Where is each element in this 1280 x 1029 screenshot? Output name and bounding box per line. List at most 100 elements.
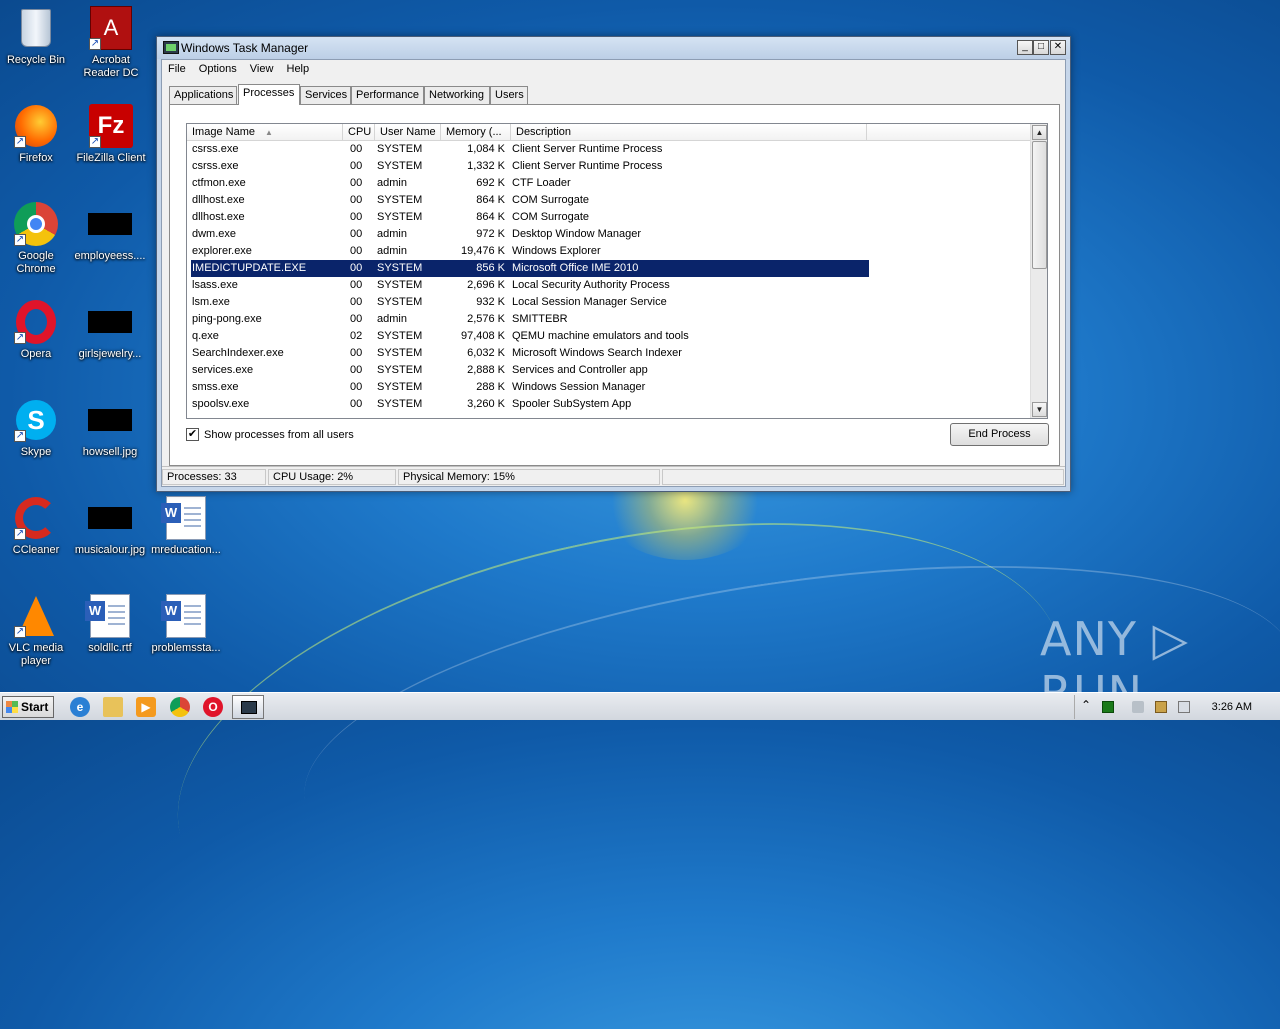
cell-user: SYSTEM (377, 262, 423, 274)
cell-mem: 2,576 K (467, 313, 505, 325)
menu-file[interactable]: File (164, 60, 190, 78)
table-row[interactable]: dwm.exe 00 admin 972 K Desktop Window Manage… (187, 226, 1031, 243)
cell-cpu: 00 (350, 245, 363, 257)
desktop-icon-chrome[interactable]: ↗ Google Chrome (0, 202, 72, 276)
table-row[interactable]: lsass.exe 00 SYSTEM 2,696 K Local Security A… (187, 277, 1031, 294)
table-row-selected[interactable]: IMEDICTUPDATE.EXE 00 SYSTEM 856 K Microsoft … (191, 260, 869, 277)
firefox-icon: ↗ (14, 104, 58, 148)
table-row[interactable]: csrss.exe 00 SYSTEM 1,084 K Client Server Ru… (187, 141, 1031, 158)
show-all-processes-label: Show processes from all users (204, 428, 354, 441)
desktop-icon-mreducation[interactable]: W mreducation... (150, 496, 222, 557)
desktop-icon-acrobat[interactable]: A ↗ Acrobat Reader DC (75, 6, 147, 80)
action-center-flag-icon[interactable] (1178, 701, 1190, 713)
table-row[interactable]: smss.exe 00 SYSTEM 288 K Windows Session Man… (187, 379, 1031, 396)
cell-cpu: 02 (350, 330, 363, 342)
cell-desc: Client Server Runtime Process (512, 143, 663, 155)
desktop-icon-musicalour[interactable]: musicalour.jpg (74, 496, 146, 557)
table-row[interactable]: explorer.exe 00 admin 19,476 K Windows Explo… (187, 243, 1031, 260)
close-button[interactable]: ✕ (1050, 40, 1066, 55)
start-button[interactable]: Start (2, 696, 54, 718)
cell-mem: 932 K (476, 296, 505, 308)
desktop-icon-skype[interactable]: S ↗ Skype (0, 398, 72, 459)
table-row[interactable]: dllhost.exe 00 SYSTEM 864 K COM Surrogate (187, 192, 1031, 209)
recycle-bin-icon (14, 6, 58, 50)
tab-performance[interactable]: Performance (351, 86, 424, 104)
media-player-icon[interactable]: ▶ (136, 697, 156, 717)
table-row[interactable]: ping-pong.exe 00 admin 2,576 K SMITTEBR (187, 311, 1031, 328)
menu-help[interactable]: Help (283, 60, 314, 78)
table-row[interactable]: services.exe 00 SYSTEM 2,888 K Services and … (187, 362, 1031, 379)
column-cpu[interactable]: CPU (343, 124, 375, 141)
network-icon[interactable] (1155, 701, 1167, 713)
window-client-area: File Options View Help Applications Proc… (161, 59, 1066, 487)
desktop-icon-howsell[interactable]: howsell.jpg (74, 398, 146, 459)
chrome-icon[interactable] (170, 697, 190, 717)
desktop-icon-filezilla[interactable]: Fz ↗ FileZilla Client (75, 104, 147, 165)
process-list[interactable]: Image Name ▲ CPU User Name Memory (... De… (186, 123, 1048, 419)
image-thumbnail-icon (88, 496, 132, 540)
tab-networking[interactable]: Networking (424, 86, 490, 104)
desktop-icon-opera[interactable]: ↗ Opera (0, 300, 72, 361)
tab-processes[interactable]: Processes (238, 84, 300, 105)
desktop-icon-recycle-bin[interactable]: Recycle Bin (0, 6, 72, 67)
cell-name: ctfmon.exe (192, 177, 246, 189)
title-bar[interactable]: Windows Task Manager _ □ ✕ (157, 37, 1070, 59)
minimize-button[interactable]: _ (1017, 40, 1033, 55)
table-row[interactable]: ctfmon.exe 00 admin 692 K CTF Loader (187, 175, 1031, 192)
table-row[interactable]: csrss.exe 00 SYSTEM 1,332 K Client Server Ru… (187, 158, 1031, 175)
desktop-icon-vlc[interactable]: ↗ VLC media player (0, 594, 72, 668)
column-memory[interactable]: Memory (... (441, 124, 511, 141)
menu-options[interactable]: Options (195, 60, 241, 78)
column-filler (867, 124, 1031, 141)
table-row[interactable]: lsm.exe 00 SYSTEM 932 K Local Session Manage… (187, 294, 1031, 311)
desktop-icon-ccleaner[interactable]: ↗ CCleaner (0, 496, 72, 557)
table-row[interactable]: q.exe 02 SYSTEM 97,408 K QEMU machine emulat… (187, 328, 1031, 345)
desktop-icon-soldllc[interactable]: W soldllc.rtf (74, 594, 146, 655)
vertical-scrollbar[interactable]: ▲ ▼ (1030, 124, 1047, 418)
tab-users[interactable]: Users (490, 86, 528, 104)
explorer-folder-icon[interactable] (103, 697, 123, 717)
internet-explorer-icon[interactable]: e (70, 697, 90, 717)
taskbar-task-manager-button[interactable] (232, 695, 264, 719)
shortcut-arrow-icon: ↗ (89, 136, 101, 148)
tab-services[interactable]: Services (300, 86, 351, 104)
table-row[interactable]: dllhost.exe 00 SYSTEM 864 K COM Surrogate (187, 209, 1031, 226)
table-row[interactable]: SearchIndexer.exe 00 SYSTEM 6,032 K Microsof… (187, 345, 1031, 362)
tab-applications[interactable]: Applications (169, 86, 237, 104)
checkbox-checked-icon[interactable]: ✔ (186, 428, 199, 441)
shortcut-arrow-icon: ↗ (14, 626, 26, 638)
cell-mem: 864 K (476, 211, 505, 223)
desktop-icon-label: soldllc.rtf (88, 642, 132, 654)
vlc-icon: ↗ (14, 594, 58, 638)
desktop-icon-problemssta[interactable]: W problemssta... (150, 594, 222, 655)
menu-view[interactable]: View (246, 60, 278, 78)
desktop-icon-employees[interactable]: employeess.... (74, 202, 146, 263)
volume-muted-icon[interactable] (1132, 701, 1144, 713)
column-user-name[interactable]: User Name (375, 124, 441, 141)
scroll-up-icon[interactable]: ▲ (1032, 125, 1047, 140)
cell-user: SYSTEM (377, 364, 423, 376)
column-image-name[interactable]: Image Name ▲ (187, 124, 343, 141)
desktop-icon-firefox[interactable]: ↗ Firefox (0, 104, 72, 165)
table-row[interactable]: spoolsv.exe 00 SYSTEM 3,260 K Spooler SubSys… (187, 396, 1031, 413)
word-document-icon: W (85, 594, 132, 638)
shortcut-arrow-icon: ↗ (14, 528, 26, 540)
cell-user: admin (377, 245, 407, 257)
cell-user: SYSTEM (377, 347, 423, 359)
tray-expand-icon[interactable]: ⌃ (1081, 698, 1093, 712)
tray-app-icon[interactable] (1102, 701, 1114, 713)
show-all-processes-checkbox[interactable]: ✔ Show processes from all users (186, 428, 354, 441)
shortcut-arrow-icon: ↗ (89, 38, 101, 50)
maximize-button[interactable]: □ (1033, 40, 1049, 55)
desktop-icon-label: problemssta... (151, 642, 221, 654)
taskbar-clock[interactable]: 3:26 AM (1212, 701, 1252, 713)
windows-logo-icon (6, 701, 18, 713)
desktop-icon-girlsjewelry[interactable]: girlsjewelry... (74, 300, 146, 361)
scroll-down-icon[interactable]: ▼ (1032, 402, 1047, 417)
scroll-thumb[interactable] (1032, 141, 1047, 269)
cell-cpu: 00 (350, 279, 363, 291)
end-process-button[interactable]: End Process (950, 423, 1049, 446)
opera-icon[interactable]: O (203, 697, 223, 717)
cell-mem: 692 K (476, 177, 505, 189)
column-description[interactable]: Description (511, 124, 867, 141)
